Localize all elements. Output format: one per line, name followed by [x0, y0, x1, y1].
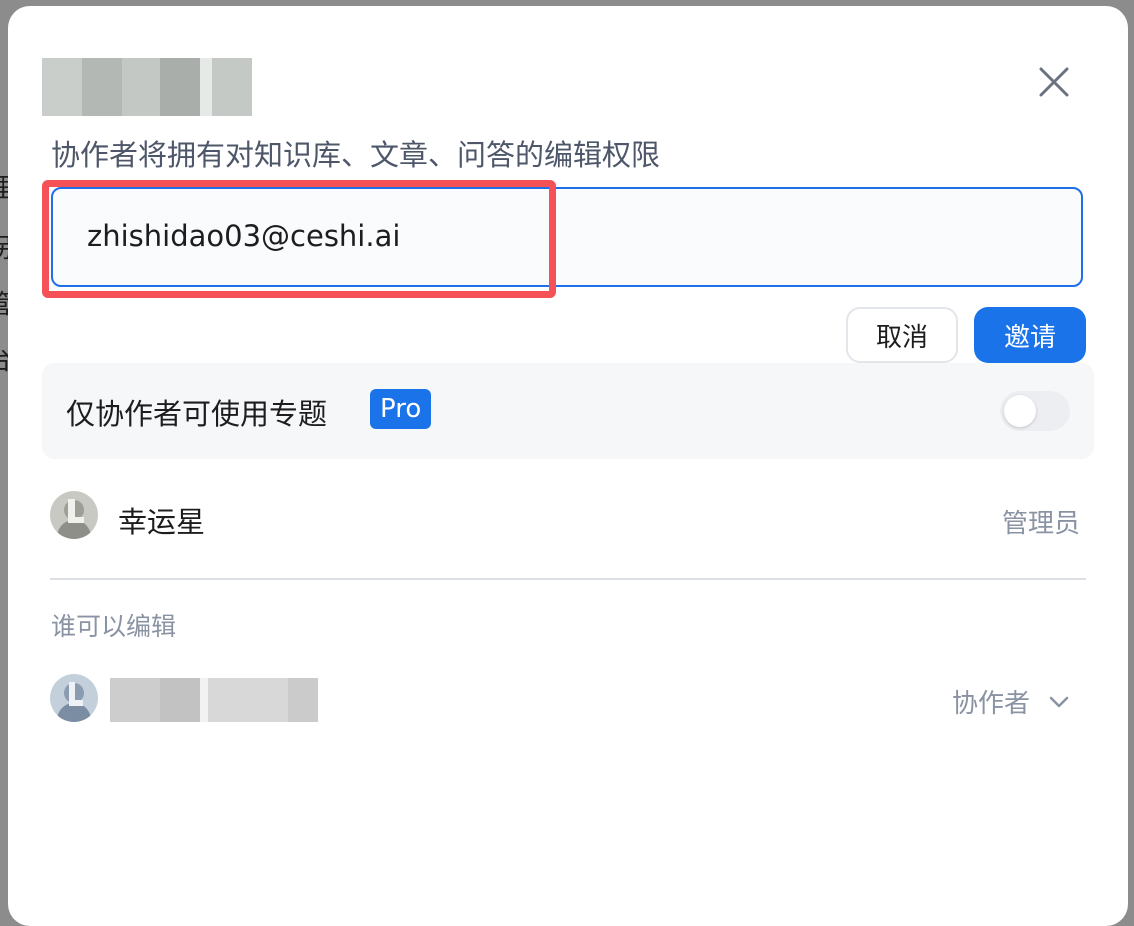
invite-button[interactable]: 邀请: [974, 307, 1086, 363]
divider: [50, 578, 1086, 580]
chevron-down-icon: [1049, 696, 1069, 707]
cancel-button[interactable]: 取消: [846, 307, 958, 363]
user-avatar-icon: [50, 674, 98, 722]
dialog-title-redacted: [42, 58, 252, 116]
owner-name: 幸运星: [118, 505, 206, 539]
invite-input-container[interactable]: [51, 187, 1083, 287]
collaborator-only-topics-option: 仅协作者可使用专题 Pro: [42, 363, 1094, 459]
dialog-subtitle: 协作者将拥有对知识库、文章、问答的编辑权限: [51, 138, 661, 172]
invite-email-input[interactable]: [87, 219, 987, 253]
owner-avatar: [50, 491, 98, 539]
option-label: 仅协作者可使用专题: [66, 397, 328, 431]
owner-role: 管理员: [1002, 509, 1081, 539]
collaborator-name-redacted: [110, 678, 318, 722]
pro-badge: Pro: [370, 389, 432, 429]
close-icon: [1039, 67, 1069, 97]
toggle-knob: [1004, 395, 1036, 427]
user-avatar-icon: [50, 491, 98, 539]
collaborator-avatar: [50, 674, 98, 722]
collaborator-only-toggle[interactable]: [1000, 391, 1070, 431]
section-title: 谁可以编辑: [51, 612, 177, 641]
collaborator-role-label: 协作者: [952, 689, 1031, 719]
collaborator-role-dropdown[interactable]: 协作者: [952, 683, 1070, 720]
close-button[interactable]: [1036, 64, 1072, 100]
collaborator-dialog: 协作者将拥有对知识库、文章、问答的编辑权限 取消 邀请 仅协作者可使用专题 Pr…: [8, 6, 1128, 926]
